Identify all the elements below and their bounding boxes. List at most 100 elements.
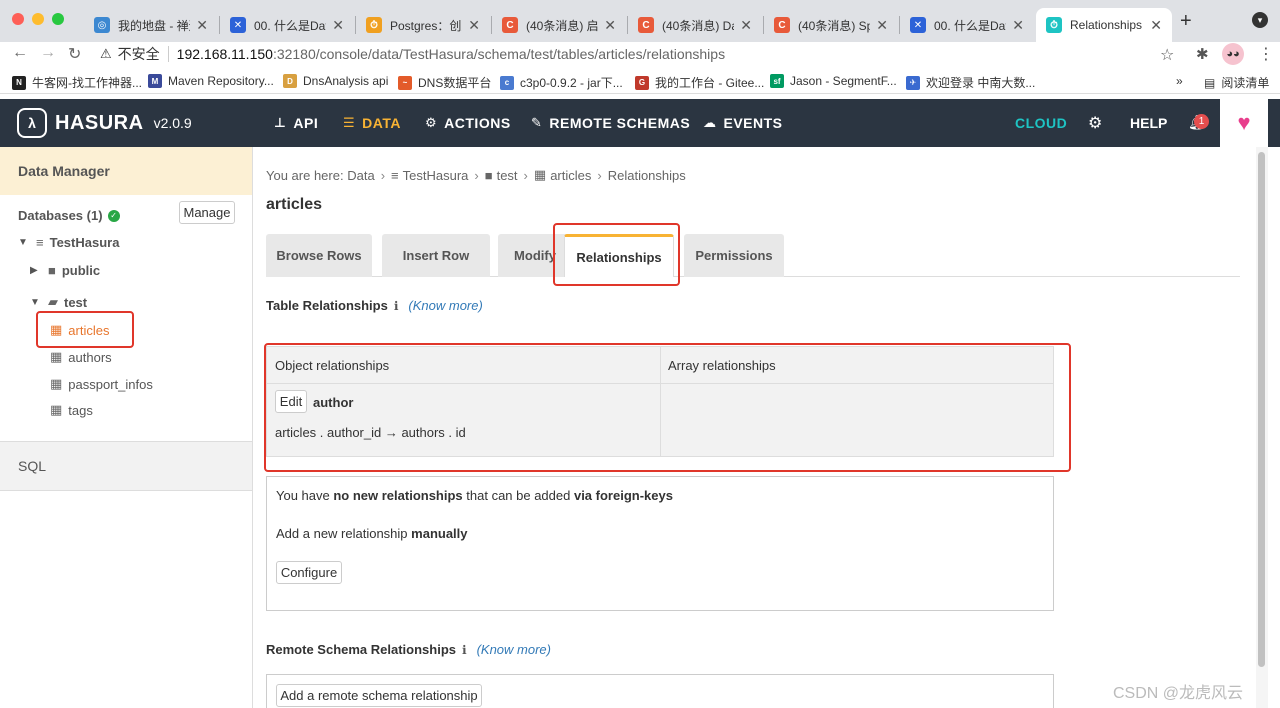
close-tab-icon[interactable]: ✕ (876, 17, 888, 34)
database-icon: ≡ (36, 235, 44, 250)
heart-icon[interactable]: ♥ (1220, 99, 1268, 147)
breadcrumb-table[interactable]: articles (550, 168, 591, 183)
nav-actions[interactable]: ⚙ ACTIONS (425, 99, 511, 147)
page-scrollbar-thumb[interactable] (1258, 152, 1265, 667)
minimize-window-button[interactable] (32, 13, 44, 25)
breadcrumb-data[interactable]: Data (347, 168, 374, 183)
chevron-right-icon: ▶ (30, 265, 38, 276)
remote-schema-relationships-label: Remote Schema Relationships (266, 642, 456, 657)
nav-data[interactable]: ☰ DATA (343, 99, 401, 147)
bookmark-item[interactable]: ✈ 欢迎登录 中南大数... (906, 74, 1035, 91)
close-window-button[interactable] (12, 13, 24, 25)
extensions-icon[interactable]: ✱ (1196, 45, 1209, 63)
sidebar-sql[interactable]: SQL (0, 441, 252, 491)
close-tab-icon[interactable]: ✕ (196, 17, 208, 34)
browser-tab[interactable]: C (40条消息) 启动 ✕ (492, 8, 626, 42)
highlight-box-articles (36, 311, 134, 348)
bookmark-label: c3p0-0.9.2 - jar下... (520, 76, 623, 90)
sidebar-item-schema-public[interactable]: ▶ ■ public (30, 263, 100, 278)
help-link[interactable]: HELP (1130, 99, 1167, 147)
know-more-link[interactable]: (Know more) (408, 298, 482, 313)
bookmark-item[interactable]: ~ DNS数据平台 (398, 74, 491, 91)
bookmarks-overflow-button[interactable]: » (1176, 74, 1183, 88)
nav-remote-schemas[interactable]: ✎ REMOTE SCHEMAS (531, 99, 690, 147)
bookmark-item[interactable]: M Maven Repository... (148, 74, 274, 88)
sidebar-item-table-tags[interactable]: ▦ tags (50, 402, 93, 418)
hasura-logo[interactable]: λ HASURA v2.0.9 (0, 99, 253, 147)
forward-arrow-icon[interactable]: → (40, 44, 56, 62)
maximize-window-button[interactable] (52, 13, 64, 25)
nav-events[interactable]: ☁ EVENTS (703, 99, 783, 147)
browser-tab[interactable]: C (40条消息) Data ✕ (628, 8, 762, 42)
sidebar-item-table-authors[interactable]: ▦ authors (50, 349, 112, 365)
table-tabs: Browse Rows Insert Row Modify Relationsh… (266, 234, 1240, 277)
browser-tab[interactable]: ✕ 00. 什么是DataC ✕ (220, 8, 354, 42)
nav-api[interactable]: ⊥ API (274, 99, 318, 147)
browser-tab[interactable]: C (40条消息) Sprir ✕ (764, 8, 898, 42)
breadcrumb-schema[interactable]: test (497, 168, 518, 183)
sidebar-item-database[interactable]: ▼ ≡ TestHasura (18, 235, 119, 250)
close-tab-icon[interactable]: ✕ (1150, 17, 1162, 34)
profile-avatar[interactable]: ◕◕ (1222, 43, 1244, 65)
bookmark-favicon-icon: D (283, 74, 297, 88)
info-icon[interactable]: ℹ (394, 299, 399, 313)
tab-favicon-icon: C (638, 17, 654, 33)
database-name: TestHasura (49, 235, 120, 250)
close-tab-icon[interactable]: ✕ (604, 17, 616, 34)
tab-title: 我的地盘 - 禅道 (118, 18, 190, 33)
tab-search-icon[interactable]: ▾ (1252, 12, 1268, 28)
breadcrumb-database[interactable]: TestHasura (403, 168, 469, 183)
browser-tab-strip: ◎ 我的地盘 - 禅道 ✕ ✕ 00. 什么是DataC ✕ ⏱ Postgres：创建 ✕ C (… (0, 0, 1280, 42)
suggested-relationships-panel: You have no new relationships that can b… (266, 476, 1054, 611)
browser-tab[interactable]: ◎ 我的地盘 - 禅道 ✕ (84, 8, 218, 42)
bookmark-favicon-icon: ✈ (906, 75, 920, 90)
highlight-box-relationships-tab (553, 223, 680, 286)
reload-icon[interactable]: ↻ (68, 44, 81, 64)
address-divider (167, 46, 169, 62)
configure-button[interactable]: Configure (276, 561, 342, 584)
tab-permissions[interactable]: Permissions (684, 234, 784, 277)
browser-tab[interactable]: ⏱ Relationships - ✕ (1036, 8, 1172, 42)
close-tab-icon[interactable]: ✕ (1012, 17, 1024, 34)
remote-schema-icon: ✎ (531, 115, 543, 130)
manage-button[interactable]: Manage (179, 201, 235, 224)
line1-bold1: no new relationships (333, 488, 463, 503)
database-icon: ≡ (391, 167, 399, 183)
data-manager-header[interactable]: Data Manager (0, 147, 252, 195)
bookmark-item[interactable]: c c3p0-0.9.2 - jar下... (500, 74, 623, 91)
address-bar[interactable]: ⚠ 不安全 192.168.11.150 :32180/console/data… (100, 42, 1186, 66)
browser-tab[interactable]: ✕ 00. 什么是DataC ✕ (900, 8, 1034, 42)
bookmark-star-icon[interactable]: ☆ (1160, 45, 1174, 65)
tab-title: 00. 什么是DataC (934, 18, 1006, 33)
cloud-link[interactable]: CLOUD (1015, 99, 1067, 147)
settings-gear-icon[interactable]: ⚙ (1088, 113, 1102, 133)
new-tab-button[interactable]: + (1180, 10, 1192, 33)
line1-middle: that can be added (462, 488, 574, 503)
tab-title: 00. 什么是DataC (254, 18, 326, 33)
back-arrow-icon[interactable]: ← (12, 44, 28, 62)
sidebar: Data Manager Databases (1) ✓ Manage ▼ ≡ … (0, 147, 253, 708)
bookmark-item[interactable]: D DnsAnalysis api (283, 74, 388, 88)
tab-insert-row[interactable]: Insert Row (382, 234, 490, 277)
bookmark-item[interactable]: sf Jason - SegmentF... (770, 74, 897, 88)
browser-tab[interactable]: ⏱ Postgres：创建 ✕ (356, 8, 490, 42)
reading-list-button[interactable]: ▤ 阅读清单 (1204, 74, 1269, 91)
url-path: :32180/console/data/TestHasura/schema/te… (272, 46, 726, 62)
tab-browse-rows[interactable]: Browse Rows (266, 234, 372, 277)
sidebar-item-table-passport-infos[interactable]: ▦ passport_infos (50, 376, 153, 392)
bookmark-favicon-icon: G (635, 75, 649, 90)
sidebar-item-schema-test[interactable]: ▼ ▰ test (30, 294, 87, 310)
bookmark-item[interactable]: N 牛客网-找工作神器... (12, 74, 142, 91)
nav-events-label: EVENTS (723, 115, 783, 131)
nav-actions-label: ACTIONS (444, 115, 511, 131)
close-tab-icon[interactable]: ✕ (468, 17, 480, 34)
add-remote-schema-relationship-button[interactable]: Add a remote schema relationship (276, 684, 482, 707)
breadcrumb-current: Relationships (607, 167, 686, 183)
line2-prefix: Add a new relationship (276, 526, 412, 541)
close-tab-icon[interactable]: ✕ (332, 17, 344, 34)
info-icon[interactable]: ℹ (462, 643, 467, 657)
close-tab-icon[interactable]: ✕ (740, 17, 752, 34)
bookmark-item[interactable]: G 我的工作台 - Gitee... (635, 74, 764, 91)
remote-know-more-link[interactable]: (Know more) (477, 642, 551, 657)
more-menu-icon[interactable]: ⋮ (1258, 44, 1274, 64)
